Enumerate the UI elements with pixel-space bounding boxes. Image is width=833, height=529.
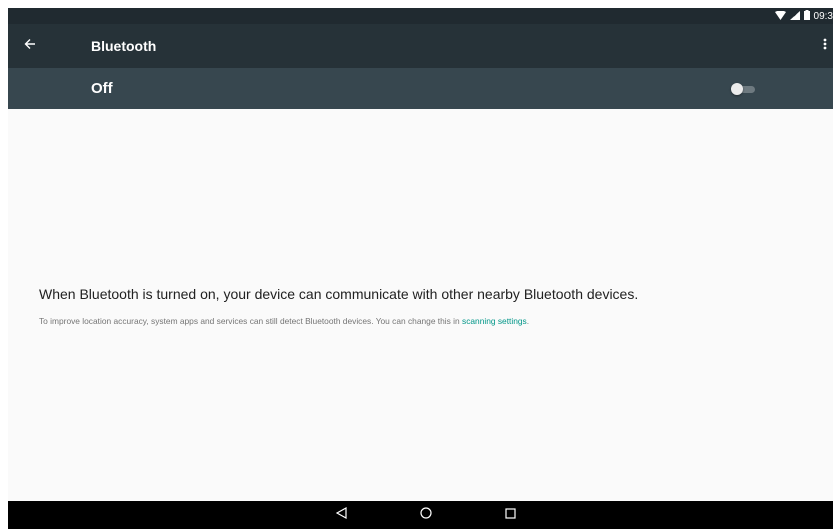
arrow-back-icon bbox=[24, 37, 36, 55]
switch-label: Off bbox=[91, 80, 113, 97]
more-vert-icon bbox=[823, 37, 827, 55]
scanning-text: To improve location accuracy, system app… bbox=[39, 316, 463, 326]
more-options-button[interactable] bbox=[819, 34, 831, 58]
scanning-description: To improve location accuracy, system app… bbox=[39, 316, 529, 326]
main-content: When Bluetooth is turned on, your device… bbox=[8, 109, 833, 501]
battery-icon bbox=[803, 8, 810, 25]
scanning-settings-link[interactable]: scanning settings bbox=[462, 316, 527, 326]
back-button[interactable] bbox=[18, 34, 42, 58]
scanning-suffix: . bbox=[526, 316, 530, 326]
bluetooth-description: When Bluetooth is turned on, your device… bbox=[39, 286, 639, 302]
back-nav-button[interactable] bbox=[331, 505, 351, 525]
recents-nav-icon bbox=[504, 506, 516, 524]
back-nav-icon bbox=[335, 506, 347, 524]
navigation-bar bbox=[8, 501, 833, 529]
home-nav-icon bbox=[420, 506, 432, 524]
status-icons: 09:3 bbox=[774, 8, 833, 25]
device-screen: 09:3 Bluetooth Off When Bluetooth is tur… bbox=[8, 8, 833, 529]
page-title: Bluetooth bbox=[91, 38, 157, 54]
wifi-icon bbox=[774, 8, 786, 25]
switch-bar[interactable]: Off bbox=[8, 68, 833, 109]
signal-icon bbox=[789, 8, 800, 25]
home-nav-button[interactable] bbox=[416, 505, 436, 525]
switch-thumb bbox=[731, 83, 743, 95]
recents-nav-button[interactable] bbox=[500, 505, 520, 525]
toolbar: Bluetooth bbox=[8, 24, 833, 68]
status-time: 09:3 bbox=[813, 10, 833, 22]
status-bar: 09:3 bbox=[8, 8, 833, 24]
bluetooth-toggle[interactable] bbox=[731, 82, 755, 96]
